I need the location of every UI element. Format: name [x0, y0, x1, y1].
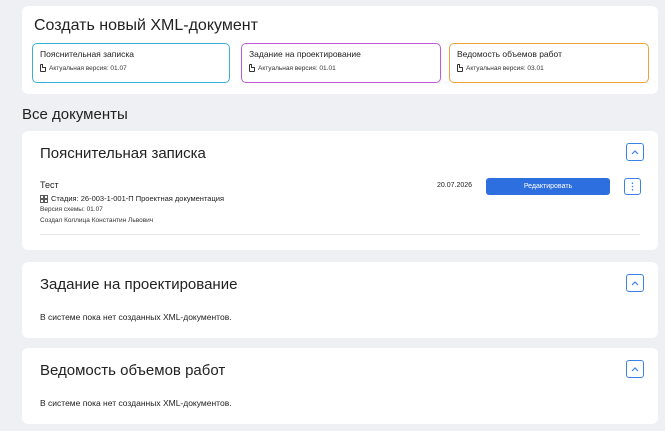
template-card-design-assignment[interactable]: Задание на проектирование Актуальная вер…: [241, 43, 441, 83]
section-title: Задание на проектирование: [40, 276, 238, 293]
template-card-bill-of-quantities[interactable]: Ведомость объемов работ Актуальная верси…: [449, 43, 649, 83]
template-card-version-text: Актуальная версия: 01.01: [258, 64, 336, 72]
section-design-assignment: Задание на проектирование В системе пока…: [22, 262, 658, 338]
more-actions-button[interactable]: [624, 178, 641, 195]
template-card-name: Ведомость объемов работ: [457, 49, 562, 59]
template-card-version: Актуальная версия: 03.01: [457, 64, 544, 72]
stage-icon: [40, 194, 48, 203]
edit-button[interactable]: Редактировать: [486, 178, 610, 195]
document-author: Создал Коллица Константин Львович: [40, 217, 154, 224]
document-icon: [457, 64, 463, 72]
template-card-name: Пояснительная записка: [40, 49, 135, 59]
template-card-version-text: Актуальная версия: 03.01: [466, 64, 544, 72]
template-card-version: Актуальная версия: 01.07: [40, 64, 127, 72]
collapse-button[interactable]: [626, 143, 644, 161]
section-title: Ведомость объемов работ: [40, 362, 226, 379]
template-card-name: Задание на проектирование: [249, 49, 361, 59]
document-icon: [249, 64, 255, 72]
document-name: Тест: [40, 180, 59, 190]
section-bill-of-quantities: Ведомость объемов работ В системе пока н…: [22, 348, 658, 424]
more-vertical-icon: [631, 182, 634, 191]
create-panel-title: Создать новый XML-документ: [34, 17, 258, 34]
empty-state-message: В системе пока нет созданных XML-докумен…: [40, 312, 232, 322]
divider: [40, 234, 640, 235]
collapse-button[interactable]: [626, 360, 644, 378]
document-stage: Стадия: 26-003-1-001-П Проектная докумен…: [40, 194, 224, 203]
empty-state-message: В системе пока нет созданных XML-докумен…: [40, 398, 232, 408]
chevron-up-icon: [631, 281, 639, 286]
document-icon: [40, 64, 46, 72]
section-explanatory-note: Пояснительная записка Тест Стадия: 26-00…: [22, 131, 658, 250]
template-card-version: Актуальная версия: 01.01: [249, 64, 336, 72]
all-documents-heading: Все документы: [22, 106, 128, 123]
template-card-version-text: Актуальная версия: 01.07: [49, 64, 127, 72]
document-date: 20.07.2026: [437, 182, 473, 189]
create-document-panel: Создать новый XML-документ Пояснительная…: [22, 6, 658, 94]
section-title: Пояснительная записка: [40, 145, 206, 162]
collapse-button[interactable]: [626, 274, 644, 292]
document-stage-text: Стадия: 26-003-1-001-П Проектная докумен…: [51, 194, 225, 203]
document-schema-version: Версия схемы: 01.07: [40, 206, 103, 213]
template-card-explanatory-note[interactable]: Пояснительная записка Актуальная версия:…: [32, 43, 230, 83]
chevron-up-icon: [631, 367, 639, 372]
chevron-up-icon: [631, 150, 639, 155]
